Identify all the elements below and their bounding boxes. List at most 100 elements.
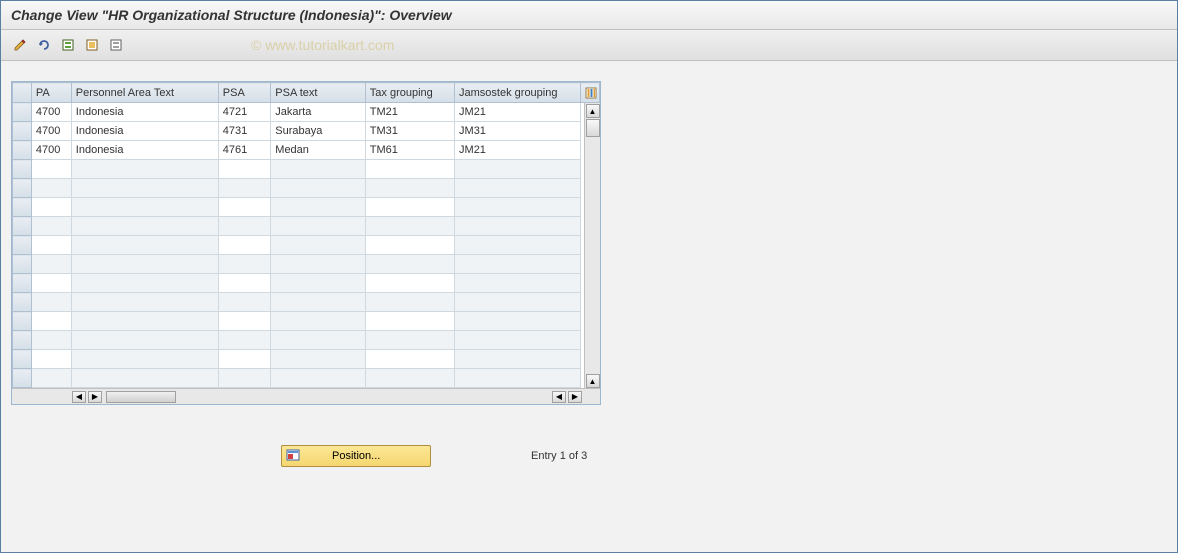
scroll-right-button[interactable]: ▶ bbox=[568, 391, 582, 403]
cell-psa bbox=[218, 312, 271, 331]
cell-pa bbox=[31, 160, 71, 179]
content-area: PA Personnel Area Text PSA PSA text Tax … bbox=[1, 61, 1177, 477]
row-selector[interactable] bbox=[13, 331, 32, 350]
position-button[interactable]: Position... bbox=[281, 445, 431, 467]
row-selector[interactable] bbox=[13, 141, 32, 160]
cell-tax[interactable]: TM21 bbox=[365, 103, 454, 122]
cell-psa[interactable]: 4761 bbox=[218, 141, 271, 160]
scroll-up-step-button[interactable]: ▲ bbox=[586, 374, 600, 388]
cell-jam bbox=[455, 160, 581, 179]
cell-pa[interactable]: 4700 bbox=[31, 103, 71, 122]
row-selector[interactable] bbox=[13, 122, 32, 141]
cell-tax bbox=[365, 293, 454, 312]
cell-jam bbox=[455, 331, 581, 350]
deselect-icon bbox=[109, 38, 123, 52]
cell-pa bbox=[31, 312, 71, 331]
scroll-thumb[interactable] bbox=[586, 119, 600, 137]
scroll-right-step-button[interactable]: ▶ bbox=[88, 391, 102, 403]
table-settings-icon bbox=[585, 87, 597, 99]
row-selector[interactable] bbox=[13, 369, 32, 388]
cell-pa bbox=[31, 236, 71, 255]
select-block-icon bbox=[85, 38, 99, 52]
cell-pat bbox=[71, 217, 218, 236]
cell-pat bbox=[71, 160, 218, 179]
cell-tax bbox=[365, 198, 454, 217]
scroll-up-button[interactable]: ▲ bbox=[586, 104, 600, 118]
horizontal-scrollbar[interactable]: ◀ ▶ ◀ ▶ bbox=[12, 388, 600, 404]
cell-psat[interactable]: Surabaya bbox=[271, 122, 366, 141]
table-row bbox=[13, 274, 600, 293]
cell-psa bbox=[218, 255, 271, 274]
cell-psat[interactable]: Medan bbox=[271, 141, 366, 160]
vertical-scrollbar[interactable]: ▲ ▲ ▼ bbox=[584, 103, 600, 404]
column-header-psa[interactable]: PSA bbox=[218, 83, 271, 103]
row-selector[interactable] bbox=[13, 160, 32, 179]
cell-pat bbox=[71, 236, 218, 255]
row-selector[interactable] bbox=[13, 350, 32, 369]
edit-button[interactable] bbox=[9, 34, 31, 56]
undo-button[interactable] bbox=[33, 34, 55, 56]
column-header-tax[interactable]: Tax grouping bbox=[365, 83, 454, 103]
cell-psa[interactable]: 4731 bbox=[218, 122, 271, 141]
position-icon bbox=[286, 448, 302, 464]
cell-jam[interactable]: JM21 bbox=[455, 103, 581, 122]
hscroll-thumb[interactable] bbox=[106, 391, 176, 403]
row-selector[interactable] bbox=[13, 217, 32, 236]
row-selector-header[interactable] bbox=[13, 83, 32, 103]
cell-jam[interactable]: JM31 bbox=[455, 122, 581, 141]
table-row: 4700Indonesia4721JakartaTM21JM21 bbox=[13, 103, 600, 122]
cell-psat bbox=[271, 274, 366, 293]
cell-psat bbox=[271, 198, 366, 217]
cell-jam bbox=[455, 179, 581, 198]
row-selector[interactable] bbox=[13, 293, 32, 312]
cell-tax bbox=[365, 160, 454, 179]
row-selector[interactable] bbox=[13, 255, 32, 274]
select-all-button[interactable] bbox=[57, 34, 79, 56]
cell-psa bbox=[218, 350, 271, 369]
cell-pa bbox=[31, 198, 71, 217]
cell-pat[interactable]: Indonesia bbox=[71, 122, 218, 141]
cell-pat[interactable]: Indonesia bbox=[71, 141, 218, 160]
cell-pa bbox=[31, 369, 71, 388]
column-config-button[interactable] bbox=[581, 83, 600, 103]
table-row bbox=[13, 331, 600, 350]
row-selector[interactable] bbox=[13, 274, 32, 293]
cell-psa bbox=[218, 236, 271, 255]
watermark: © www.tutorialkart.com bbox=[251, 37, 394, 53]
cell-tax[interactable]: TM31 bbox=[365, 122, 454, 141]
cell-tax[interactable]: TM61 bbox=[365, 141, 454, 160]
row-selector[interactable] bbox=[13, 312, 32, 331]
cell-psat bbox=[271, 179, 366, 198]
row-selector[interactable] bbox=[13, 198, 32, 217]
column-header-pa[interactable]: PA bbox=[31, 83, 71, 103]
cell-pat[interactable]: Indonesia bbox=[71, 103, 218, 122]
cell-jam bbox=[455, 274, 581, 293]
select-block-button[interactable] bbox=[81, 34, 103, 56]
cell-pa bbox=[31, 274, 71, 293]
cell-psat bbox=[271, 331, 366, 350]
cell-psat[interactable]: Jakarta bbox=[271, 103, 366, 122]
row-selector[interactable] bbox=[13, 179, 32, 198]
cell-pa[interactable]: 4700 bbox=[31, 141, 71, 160]
column-header-psat[interactable]: PSA text bbox=[271, 83, 366, 103]
cell-jam[interactable]: JM21 bbox=[455, 141, 581, 160]
table-row bbox=[13, 179, 600, 198]
cell-psa bbox=[218, 274, 271, 293]
row-selector[interactable] bbox=[13, 103, 32, 122]
cell-pa[interactable]: 4700 bbox=[31, 122, 71, 141]
cell-tax bbox=[365, 179, 454, 198]
scroll-left-button[interactable]: ◀ bbox=[72, 391, 86, 403]
cell-psa bbox=[218, 293, 271, 312]
cell-psa[interactable]: 4721 bbox=[218, 103, 271, 122]
column-header-pat[interactable]: Personnel Area Text bbox=[71, 83, 218, 103]
cell-tax bbox=[365, 350, 454, 369]
cell-psat bbox=[271, 293, 366, 312]
pencil-icon bbox=[13, 38, 27, 52]
cell-psa bbox=[218, 369, 271, 388]
column-header-jam[interactable]: Jamsostek grouping bbox=[455, 83, 581, 103]
deselect-button[interactable] bbox=[105, 34, 127, 56]
scroll-left-end-button[interactable]: ◀ bbox=[552, 391, 566, 403]
data-table: PA Personnel Area Text PSA PSA text Tax … bbox=[12, 82, 600, 388]
row-selector[interactable] bbox=[13, 236, 32, 255]
table-row bbox=[13, 293, 600, 312]
